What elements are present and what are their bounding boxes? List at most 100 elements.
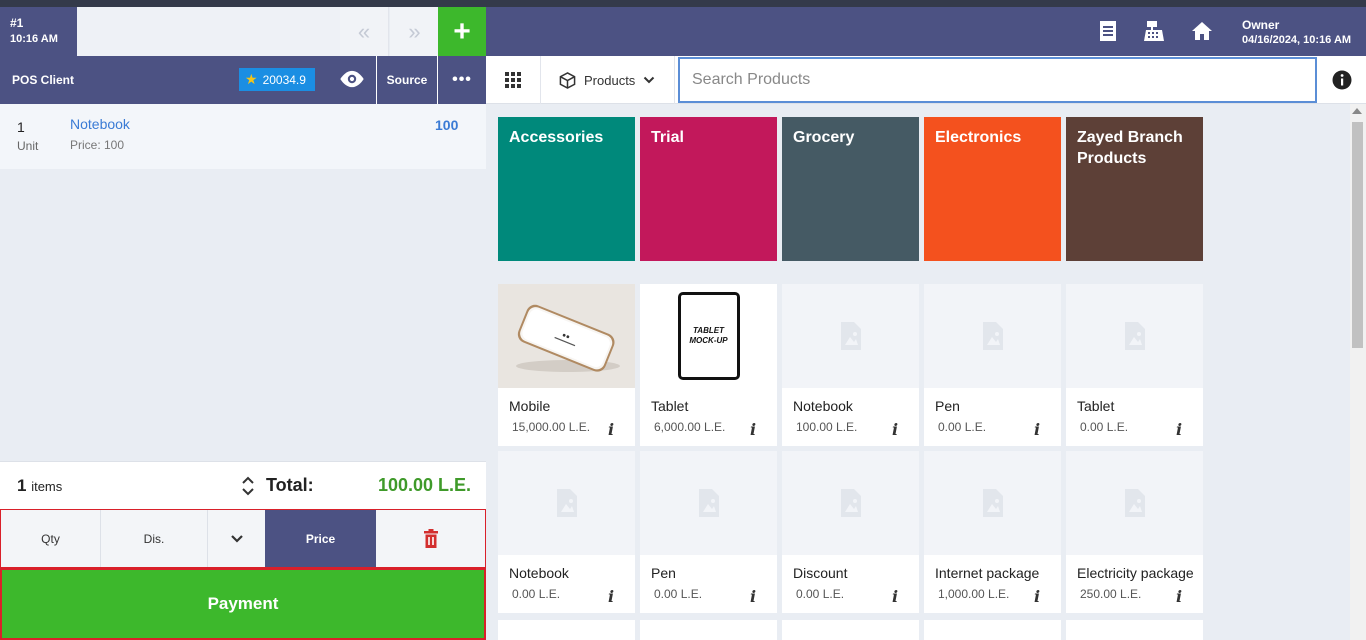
- catalog-scrollbar-thumb[interactable]: [1352, 122, 1363, 348]
- product-info-icon[interactable]: i: [750, 420, 756, 439]
- ellipsis-icon: •••: [452, 71, 472, 88]
- product-info-icon[interactable]: i: [1034, 587, 1040, 606]
- double-chevron-right-icon: »: [408, 18, 421, 44]
- product-card-partial[interactable]: [782, 620, 919, 640]
- chevron-down-icon: [230, 534, 243, 543]
- product-image-placeholder: [498, 451, 635, 555]
- scroll-up-arrow-icon[interactable]: [1352, 108, 1362, 114]
- product-card-partial[interactable]: [924, 620, 1061, 640]
- star-icon: ★: [245, 71, 258, 87]
- items-count-label: items: [31, 479, 63, 494]
- category-tile-electronics[interactable]: Electronics: [924, 117, 1061, 261]
- product-card[interactable]: Mobile 15,000.00 L.E. i: [498, 284, 635, 446]
- products-dropdown[interactable]: Products: [541, 56, 675, 104]
- order-tab-1[interactable]: #1 10:16 AM: [0, 7, 77, 56]
- product-card-partial[interactable]: [640, 620, 777, 640]
- product-name: Discount: [793, 565, 848, 581]
- trash-icon: [423, 528, 438, 548]
- info-icon[interactable]: [1331, 69, 1353, 91]
- category-tile-grocery[interactable]: Grocery: [782, 117, 919, 261]
- tab-bar-spacer: [77, 7, 340, 56]
- discount-mode-button[interactable]: Dis.: [101, 510, 208, 567]
- product-price: 15,000.00 L.E.: [512, 420, 591, 434]
- product-card[interactable]: Notebook 100.00 L.E. i: [782, 284, 919, 446]
- line-quantity: 1: [17, 119, 25, 135]
- product-name: Notebook: [793, 398, 853, 414]
- product-image: [498, 284, 635, 388]
- search-products-input[interactable]: [678, 57, 1317, 103]
- product-info-icon[interactable]: i: [608, 420, 614, 439]
- product-name: Notebook: [509, 565, 569, 581]
- product-image-placeholder: [1066, 451, 1203, 555]
- client-name[interactable]: POS Client: [12, 73, 74, 87]
- product-image-placeholder: [1066, 284, 1203, 388]
- home-icon[interactable]: [1191, 20, 1213, 42]
- source-button[interactable]: Source: [376, 56, 438, 104]
- product-image-placeholder: [782, 451, 919, 555]
- product-name: Internet package: [935, 565, 1040, 581]
- product-info-icon[interactable]: i: [1176, 420, 1182, 439]
- product-card[interactable]: Electricity package 250.00 L.E. i: [1066, 451, 1203, 613]
- product-image-placeholder: [924, 451, 1061, 555]
- product-card[interactable]: Internet package 1,000.00 L.E. i: [924, 451, 1061, 613]
- category-tile-zayed-branch-products[interactable]: Zayed Branch Products: [1066, 117, 1203, 261]
- previous-order-button[interactable]: «: [340, 7, 389, 56]
- client-bar: POS Client ★ 20034.9 Source •••: [0, 56, 486, 104]
- product-card[interactable]: TABLET MOCK-UP Tablet 6,000.00 L.E. i: [640, 284, 777, 446]
- product-info-icon[interactable]: i: [750, 587, 756, 606]
- current-datetime: 04/16/2024, 10:16 AM: [1242, 34, 1352, 46]
- line-product-name: Notebook: [70, 116, 130, 132]
- order-number: #1: [10, 16, 24, 30]
- product-card[interactable]: Notebook 0.00 L.E. i: [498, 451, 635, 613]
- product-card[interactable]: Pen 0.00 L.E. i: [640, 451, 777, 613]
- grid-icon: [505, 72, 521, 88]
- product-card[interactable]: Pen 0.00 L.E. i: [924, 284, 1061, 446]
- product-name: Pen: [651, 565, 676, 581]
- delete-line-button[interactable]: [376, 510, 485, 567]
- product-info-icon[interactable]: i: [892, 420, 898, 439]
- plus-icon: +: [453, 14, 471, 48]
- product-info-icon[interactable]: i: [892, 587, 898, 606]
- product-price: 6,000.00 L.E.: [654, 420, 726, 434]
- order-line-item[interactable]: 1 Unit Notebook Price: 100 100: [0, 104, 486, 169]
- order-time: 10:16 AM: [10, 33, 58, 45]
- more-options-button[interactable]: •••: [438, 56, 486, 104]
- product-card-partial[interactable]: [1066, 620, 1203, 640]
- tablet-mockup-text: TABLET MOCK-UP: [689, 326, 728, 345]
- user-name[interactable]: Owner: [1242, 18, 1279, 32]
- category-tile-accessories[interactable]: Accessories: [498, 117, 635, 261]
- image-placeholder-icon: [1124, 322, 1145, 350]
- category-tile-trial[interactable]: Trial: [640, 117, 777, 261]
- line-actions-bar: Qty Dis. Price: [0, 509, 486, 568]
- more-modes-button[interactable]: [208, 510, 265, 567]
- sort-toggle-icon[interactable]: [240, 474, 256, 498]
- quantity-mode-button[interactable]: Qty: [1, 510, 101, 567]
- eye-icon[interactable]: [338, 68, 366, 90]
- product-info-icon[interactable]: i: [608, 587, 614, 606]
- product-image-placeholder: [640, 451, 777, 555]
- product-card-partial[interactable]: [498, 620, 635, 640]
- tablet-mockup-image: TABLET MOCK-UP: [677, 292, 740, 380]
- product-card[interactable]: Discount 0.00 L.E. i: [782, 451, 919, 613]
- order-summary: 1 items Total: 100.00 L.E.: [0, 461, 486, 509]
- receipt-icon[interactable]: [1097, 20, 1119, 42]
- image-placeholder-icon: [840, 489, 861, 517]
- line-total: 100: [435, 117, 459, 133]
- product-info-icon[interactable]: i: [1176, 587, 1182, 606]
- products-dropdown-label: Products: [584, 72, 636, 88]
- catalog-panel: Owner 04/16/2024, 10:16 AM Products Sear…: [486, 7, 1366, 640]
- double-chevron-left-icon: «: [357, 18, 371, 44]
- product-info-icon[interactable]: i: [1034, 420, 1040, 439]
- image-placeholder-icon: [840, 322, 861, 350]
- cash-register-icon[interactable]: [1143, 20, 1165, 42]
- product-price: 0.00 L.E.: [654, 587, 703, 601]
- price-mode-button[interactable]: Price: [265, 510, 376, 567]
- product-card[interactable]: Tablet 0.00 L.E. i: [1066, 284, 1203, 446]
- image-placeholder-icon: [982, 489, 1003, 517]
- order-panel: #1 10:16 AM « » + POS Client ★ 20034.9 S…: [0, 7, 486, 640]
- new-order-button[interactable]: +: [438, 7, 486, 56]
- next-order-button[interactable]: »: [390, 7, 439, 56]
- grid-view-button[interactable]: [486, 56, 541, 104]
- image-placeholder-icon: [556, 489, 577, 517]
- payment-button[interactable]: Payment: [0, 568, 486, 640]
